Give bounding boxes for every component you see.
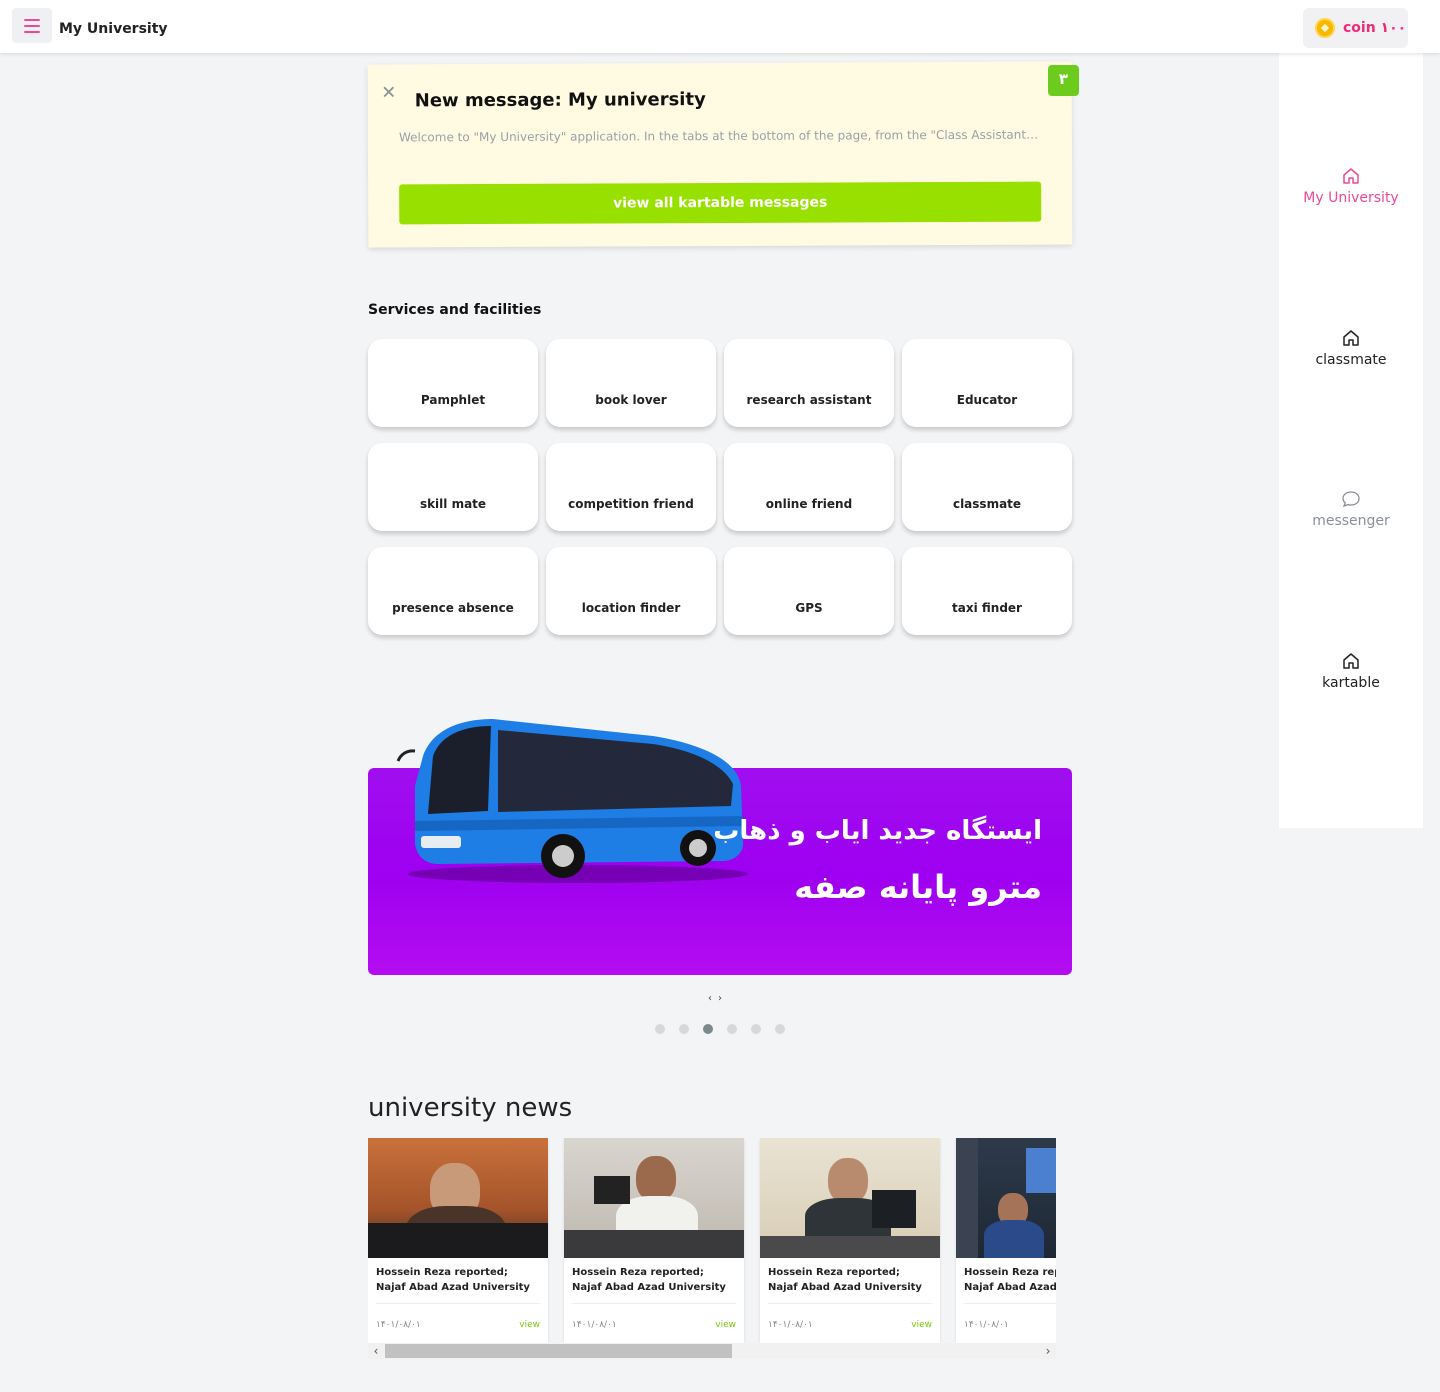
message-body: Welcome to "My University" application. …: [398, 127, 1043, 145]
carousel-dot[interactable]: [655, 1024, 665, 1034]
news-card[interactable]: Hossein Reza reported; Najaf Abad Azad U…: [956, 1138, 1056, 1343]
home-icon: [1343, 330, 1359, 346]
message-title: New message: My university: [414, 89, 706, 112]
hamburger-menu-icon: [24, 18, 40, 21]
carousel-arrows: ‹›: [708, 993, 728, 1004]
news-card[interactable]: Hossein Reza reported; Najaf Abad Azad U…: [564, 1138, 744, 1343]
hamburger-menu-button[interactable]: [12, 8, 52, 43]
news-view-link[interactable]: view: [715, 1320, 736, 1330]
home-icon: [1343, 653, 1359, 669]
service-tile-skill-mate[interactable]: skill mate: [368, 443, 538, 531]
service-tile-taxi-finder[interactable]: taxi finder: [902, 547, 1072, 635]
view-all-messages-button[interactable]: view all kartable messages: [399, 181, 1042, 225]
app-title: My University: [59, 21, 168, 37]
carousel-prev-button[interactable]: ‹: [708, 993, 718, 1004]
service-label: skill mate: [419, 497, 487, 511]
news-photo: [368, 1138, 548, 1258]
banner-subheadline: مترو پایانه صفه: [794, 868, 1042, 906]
chat-bubble-icon: [1342, 491, 1360, 508]
service-tile-location-finder[interactable]: location finder: [546, 547, 716, 635]
service-tile-classmate[interactable]: classmate: [902, 443, 1072, 531]
nav-item-label: My University: [1303, 190, 1399, 206]
message-card: ✕ New message: My university Welcome to …: [367, 61, 1073, 248]
nav-item-my-university[interactable]: My University: [1279, 166, 1423, 206]
service-tile-competition-friend[interactable]: competition friend: [546, 443, 716, 531]
carousel-dot[interactable]: [679, 1024, 689, 1034]
service-label: Pamphlet: [420, 393, 486, 407]
service-tile-research-assistant[interactable]: research assistant: [724, 339, 894, 427]
news-headline: Hossein Reza reported; Najaf Abad Azad U…: [768, 1267, 922, 1293]
news-card[interactable]: Hossein Reza reported; Najaf Abad Azad U…: [368, 1138, 548, 1343]
service-tile-educator[interactable]: Educator: [902, 339, 1072, 427]
banner-headline: ایستگاه جدید ایاب و ذهاب: [713, 816, 1042, 846]
carousel-dot[interactable]: [751, 1024, 761, 1034]
nav-item-label: classmate: [1315, 352, 1387, 368]
news-headline: Hossein Reza reported; Najaf Abad Azad U…: [964, 1267, 1056, 1293]
news-view-link[interactable]: view: [519, 1320, 540, 1330]
nav-item-classmate[interactable]: classmate: [1279, 328, 1423, 368]
service-label: research assistant: [746, 393, 872, 407]
service-label: book lover: [595, 393, 667, 407]
bus-illustration: [396, 719, 748, 883]
carousel-dot[interactable]: [727, 1024, 737, 1034]
services-title: Services and facilities: [368, 302, 542, 318]
news-photo: [956, 1138, 1056, 1258]
message-count-badge: ۳: [1048, 65, 1079, 96]
news-photo: [564, 1138, 744, 1258]
service-label: online friend: [765, 497, 853, 511]
scroll-right-arrow-icon[interactable]: ›: [1040, 1343, 1056, 1359]
coin-balance-label: coin ۱۰۰: [1343, 20, 1407, 36]
scrollbar-thumb[interactable]: [385, 1344, 732, 1358]
service-label: presence absence: [392, 601, 514, 615]
service-tile-pamphlet[interactable]: Pamphlet: [368, 339, 538, 427]
nav-item-kartable[interactable]: kartable: [1279, 651, 1423, 691]
home-icon: [1343, 168, 1359, 184]
service-label: GPS: [795, 601, 823, 615]
news-headline: Hossein Reza reported; Najaf Abad Azad U…: [572, 1267, 726, 1293]
service-label: Educator: [956, 393, 1018, 407]
news-section-title: university news: [368, 1093, 573, 1123]
service-tile-presence-absence[interactable]: presence absence: [368, 547, 538, 635]
service-label: competition friend: [568, 497, 694, 511]
side-nav: My University classmate messenger kartab…: [1279, 53, 1423, 828]
carousel-dot[interactable]: [775, 1024, 785, 1034]
scroll-left-arrow-icon[interactable]: ‹: [368, 1343, 384, 1359]
top-bar: My University coin ۱۰۰: [0, 0, 1440, 53]
news-carousel: Hossein Reza reported; Najaf Abad Azad U…: [368, 1138, 1056, 1343]
service-label: taxi finder: [952, 601, 1022, 615]
news-date: ۱۴۰۱/۰۸/۰۱: [376, 1320, 421, 1330]
news-card[interactable]: Hossein Reza reported; Najaf Abad Azad U…: [760, 1138, 940, 1343]
news-horizontal-scrollbar[interactable]: ‹ ›: [368, 1343, 1056, 1359]
service-tile-gps[interactable]: GPS: [724, 547, 894, 635]
nav-item-label: kartable: [1322, 675, 1380, 691]
news-photo: [760, 1138, 940, 1258]
service-tile-online-friend[interactable]: online friend: [724, 443, 894, 531]
carousel-dot-active[interactable]: [703, 1024, 713, 1034]
news-date: ۱۴۰۱/۰۸/۰۱: [572, 1320, 617, 1330]
news-date: ۱۴۰۱/۰۸/۰۱: [964, 1320, 1009, 1330]
news-date: ۱۴۰۱/۰۸/۰۱: [768, 1320, 813, 1330]
coin-icon: [1315, 18, 1335, 38]
nav-item-label: messenger: [1312, 513, 1390, 529]
service-label: location finder: [581, 601, 681, 615]
nav-item-messenger[interactable]: messenger: [1279, 489, 1423, 529]
news-view-link[interactable]: view: [911, 1320, 932, 1330]
coin-balance-button[interactable]: coin ۱۰۰: [1303, 8, 1408, 48]
promo-banner[interactable]: ایستگاه جدید ایاب و ذهاب مترو پایانه صفه: [368, 716, 1072, 975]
news-headline: Hossein Reza reported; Najaf Abad Azad U…: [376, 1267, 530, 1293]
carousel-dots: [655, 1024, 785, 1034]
close-icon[interactable]: ✕: [380, 82, 398, 103]
service-label: classmate: [952, 497, 1022, 511]
carousel-next-button[interactable]: ›: [718, 993, 728, 1004]
service-tile-book-lover[interactable]: book lover: [546, 339, 716, 427]
